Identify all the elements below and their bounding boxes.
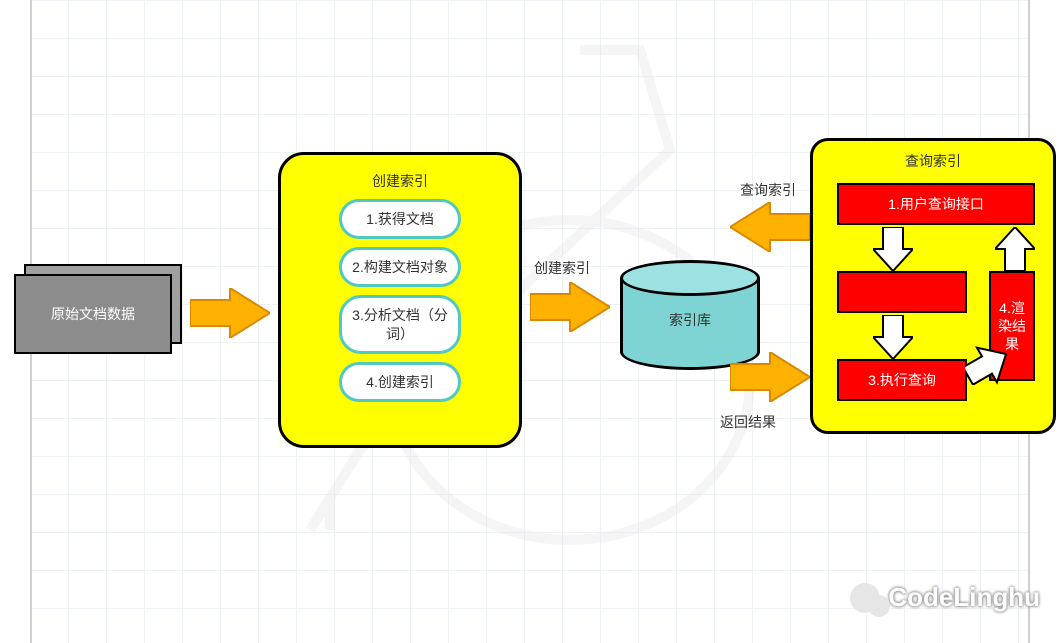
arrow-step3-to-step4 bbox=[965, 345, 1009, 388]
query-step-2 bbox=[837, 271, 967, 313]
label-create-index: 创建索引 bbox=[534, 258, 590, 278]
label-return-result: 返回结果 bbox=[720, 412, 776, 432]
index-store-label: 索引库 bbox=[620, 310, 760, 330]
create-index-title: 创建索引 bbox=[281, 171, 519, 191]
arrow-create-to-store bbox=[530, 282, 610, 332]
create-step-1: 1.获得文档 bbox=[339, 199, 461, 239]
source-doc-stack-front: 原始文档数据 bbox=[14, 274, 172, 354]
label-query-index: 查询索引 bbox=[740, 180, 796, 200]
arrow-source-to-create bbox=[190, 288, 270, 338]
arrow-step1-to-step2 bbox=[873, 227, 913, 274]
create-index-box: 创建索引 1.获得文档 2.构建文档对象 3.分析文档（分词） 4.创建索引 bbox=[278, 152, 522, 448]
arrow-step2-to-step3 bbox=[873, 315, 913, 362]
create-step-4: 4.创建索引 bbox=[339, 362, 461, 402]
create-step-3: 3.分析文档（分词） bbox=[339, 295, 461, 353]
arrow-query-to-store bbox=[730, 202, 810, 252]
query-step-3: 3.执行查询 bbox=[837, 359, 967, 401]
query-step-1-label: 1.用户查询接口 bbox=[888, 195, 984, 213]
query-index-title: 查询索引 bbox=[813, 151, 1053, 171]
query-step-1: 1.用户查询接口 bbox=[837, 183, 1035, 225]
watermark: CodeLinghu bbox=[850, 582, 1040, 613]
watermark-label: CodeLinghu bbox=[888, 582, 1040, 613]
query-index-box: 查询索引 1.用户查询接口 3.执行查询 4.渲染结果 bbox=[810, 138, 1056, 434]
wechat-icon bbox=[850, 583, 880, 613]
arrow-store-to-query bbox=[730, 352, 810, 402]
arrow-step4-to-step1 bbox=[995, 227, 1035, 274]
create-step-2: 2.构建文档对象 bbox=[339, 247, 461, 287]
source-doc-label: 原始文档数据 bbox=[51, 304, 135, 324]
query-step-3-label: 3.执行查询 bbox=[868, 371, 936, 389]
